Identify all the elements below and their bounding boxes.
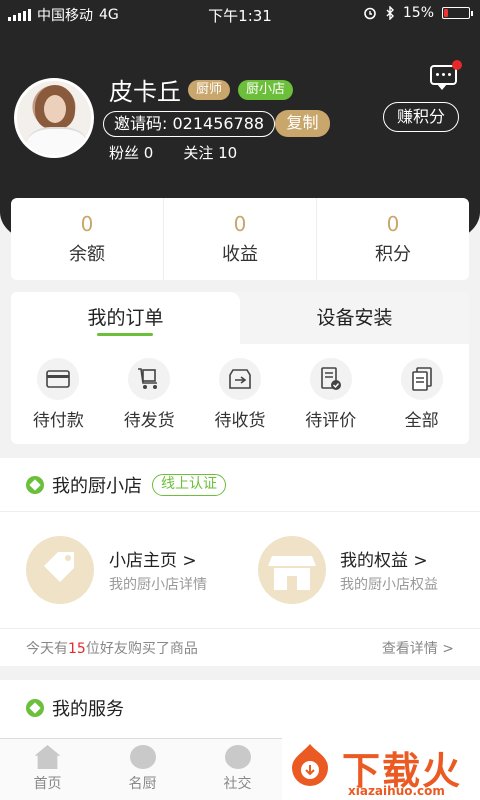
fans-count[interactable]: 粉丝 0: [109, 142, 153, 163]
home-icon: [34, 745, 61, 769]
my-shop-section: 我的厨小店 线上认证 小店主页 > 我的厨小店详情 我的权益 > 我的厨小店权益…: [0, 458, 480, 666]
order-item-label: 待收货: [214, 411, 266, 431]
storefront-icon: [258, 536, 326, 604]
points-value: 0: [386, 212, 400, 236]
copy-button[interactable]: 复制: [275, 110, 330, 137]
shop-tag: 厨小店: [238, 80, 294, 100]
order-item-label: 待发货: [123, 411, 175, 431]
price-tag-icon: [26, 536, 94, 604]
tab-home-label: 首页: [33, 776, 62, 792]
battery-icon: [442, 7, 473, 19]
watermark-url: xiazaihuo.com: [348, 784, 445, 798]
order-pending-receipt[interactable]: 待收货: [200, 358, 280, 431]
delivery-box-icon: [218, 358, 261, 400]
review-check-icon: [309, 358, 352, 400]
balance-label: 余额: [69, 244, 105, 265]
points-label: 积分: [375, 244, 411, 265]
all-documents-icon: [400, 358, 443, 400]
points-cell[interactable]: 0 积分: [317, 198, 469, 280]
order-all[interactable]: 全部: [382, 358, 462, 431]
shop-home-title: 小店主页 >: [109, 551, 197, 571]
order-item-label: 待评价: [305, 411, 357, 431]
friends-purchase-note: 今天有15位好友购买了商品: [26, 640, 198, 657]
invite-code: 邀请码: 021456788: [103, 111, 276, 137]
order-status-list: 待付款 待发货 待收货 待评价 全部: [11, 344, 469, 431]
my-benefits-card[interactable]: 我的权益 > 我的厨小店权益: [240, 512, 480, 628]
shop-section-title: 我的厨小店: [52, 475, 142, 497]
tab-my-orders[interactable]: 我的订单: [11, 292, 240, 344]
order-item-label: 全部: [404, 411, 439, 431]
tab-famous-chef[interactable]: 名厨: [95, 739, 190, 800]
order-item-label: 待付款: [32, 411, 84, 431]
earnings-cell[interactable]: 0 收益: [164, 198, 317, 280]
status-right: 15%: [363, 5, 473, 21]
chef-tag: 厨师: [188, 80, 231, 100]
shop-footer: 今天有15位好友购买了商品 查看详情 >: [0, 628, 480, 666]
tab-home[interactable]: 首页: [0, 739, 95, 800]
shop-cards: 小店主页 > 我的厨小店详情 我的权益 > 我的厨小店权益: [0, 512, 480, 628]
my-benefits-title: 我的权益 >: [340, 551, 428, 571]
friends-count: 15: [68, 640, 86, 657]
services-section-header: 我的服务: [0, 680, 480, 736]
cart-box-icon: [128, 358, 171, 400]
message-button[interactable]: [428, 60, 462, 90]
alarm-icon: [364, 7, 376, 20]
battery-fill: [444, 9, 448, 17]
earnings-label: 收益: [222, 244, 258, 265]
username: 皮卡丘: [109, 78, 181, 106]
order-pending-review[interactable]: 待评价: [291, 358, 371, 431]
earnings-value: 0: [233, 212, 247, 236]
orders-card: 我的订单 设备安装 待付款 待发货 待收货 待评价 全部: [11, 292, 469, 444]
flame-logo-icon: [292, 744, 328, 786]
tab-chef-label: 名厨: [128, 776, 157, 792]
tab-device-install[interactable]: 设备安装: [240, 292, 469, 344]
my-services-section: 我的服务: [0, 680, 480, 740]
tab-social[interactable]: 社交: [190, 739, 285, 800]
balance-cell[interactable]: 0 余额: [11, 198, 164, 280]
section-diamond-icon: [26, 475, 44, 494]
services-section-title: 我的服务: [52, 699, 124, 720]
tab-social-label: 社交: [223, 776, 252, 792]
chat-bubble-icon: [224, 745, 251, 769]
status-bar: 中国移动 4G 下午1:31 15%: [0, 0, 480, 28]
unread-badge: [452, 60, 462, 70]
shop-home-card[interactable]: 小店主页 > 我的厨小店详情: [0, 512, 240, 628]
online-cert-tag[interactable]: 线上认证: [152, 473, 226, 496]
avatar[interactable]: [14, 78, 94, 158]
order-pending-payment[interactable]: 待付款: [18, 358, 98, 431]
wallet-card-icon: [37, 358, 80, 400]
balance-value: 0: [80, 212, 94, 236]
compass-icon: [129, 745, 156, 769]
balance-card: 0 余额 0 收益 0 积分: [11, 198, 469, 280]
order-pending-shipment[interactable]: 待发货: [109, 358, 189, 431]
battery-percent: 15%: [402, 5, 434, 21]
earn-points-button[interactable]: 赚积分: [383, 102, 459, 132]
follows-count[interactable]: 关注 10: [183, 142, 237, 163]
follow-stats: 粉丝 0 关注 10: [109, 142, 237, 163]
shop-section-header: 我的厨小店 线上认证: [0, 458, 480, 512]
shop-home-subtitle: 我的厨小店详情: [109, 577, 207, 593]
view-details-link[interactable]: 查看详情 >: [382, 638, 454, 658]
orders-tabs: 我的订单 设备安装: [11, 292, 469, 344]
bluetooth-icon: [386, 6, 394, 20]
my-benefits-subtitle: 我的厨小店权益: [340, 577, 438, 593]
watermark: 下载火 xiazaihuo.com: [282, 738, 480, 800]
section-diamond-icon: [26, 699, 44, 717]
